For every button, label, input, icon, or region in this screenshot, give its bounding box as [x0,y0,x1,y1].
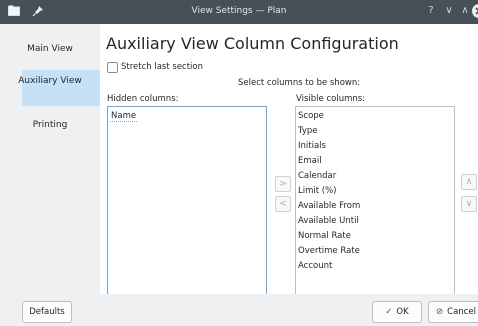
page-sidebar: Main View Auxiliary View Printing [0,24,100,294]
list-item[interactable]: Name [110,111,138,122]
list-item[interactable]: Scope [298,111,324,121]
sidebar-item-auxiliary-view[interactable]: Auxiliary View [18,70,100,106]
list-item[interactable]: Email [298,156,322,166]
ok-button-label: OK [396,307,409,317]
sidebar-item-label: Printing [32,120,68,130]
list-item[interactable]: Overtime Rate [298,246,360,256]
page-title: Auxiliary View Column Configuration [106,34,399,53]
select-columns-label: Select columns to be shown: [238,78,361,88]
check-icon: ✓ [385,307,393,317]
move-down-button[interactable]: ∨ [461,196,477,212]
list-item[interactable]: Calendar [298,171,336,181]
stretch-checkbox[interactable] [107,62,118,73]
minimize-button[interactable]: ∨ [442,4,456,18]
sidebar-item-label: Auxiliary View [18,76,82,86]
move-up-button[interactable]: ∧ [461,174,477,190]
list-item[interactable]: Available From [298,201,360,211]
defaults-button[interactable]: Defaults [22,301,72,323]
cancel-button-label: Cancel [447,307,476,317]
list-item[interactable]: Initials [298,141,326,151]
defaults-button-label: Defaults [29,307,65,317]
cancel-button[interactable]: ⊘ Cancel [428,301,478,323]
help-button[interactable]: ? [424,4,438,18]
hidden-columns-list[interactable]: Name [107,106,267,295]
add-column-button[interactable]: > [275,176,291,192]
list-item[interactable]: Available Until [298,216,359,226]
list-item[interactable]: Type [298,126,318,136]
list-item[interactable]: Limit (%) [298,186,336,196]
title-bar: View Settings — Plan ? ∨ ∧ [0,0,478,24]
visible-columns-list[interactable]: Scope Type Initials Email Calendar Limit… [295,106,455,295]
sidebar-item-label: Main View [27,44,73,54]
window-title: View Settings — Plan [191,6,287,16]
hidden-columns-label: Hidden columns: [107,94,179,104]
maximize-button[interactable]: ∧ [458,4,472,18]
visible-columns-label: Visible columns: [296,94,366,104]
cancel-icon: ⊘ [436,307,444,317]
list-item[interactable]: Normal Rate [298,231,351,241]
list-item[interactable]: Account [298,261,332,271]
sidebar-item-printing[interactable]: Printing [0,108,100,146]
ok-button[interactable]: ✓ OK [372,301,422,323]
sidebar-item-main-view[interactable]: Main View [0,32,100,70]
stretch-checkbox-label[interactable]: Stretch last section [121,62,203,72]
remove-column-button[interactable]: < [275,196,291,212]
